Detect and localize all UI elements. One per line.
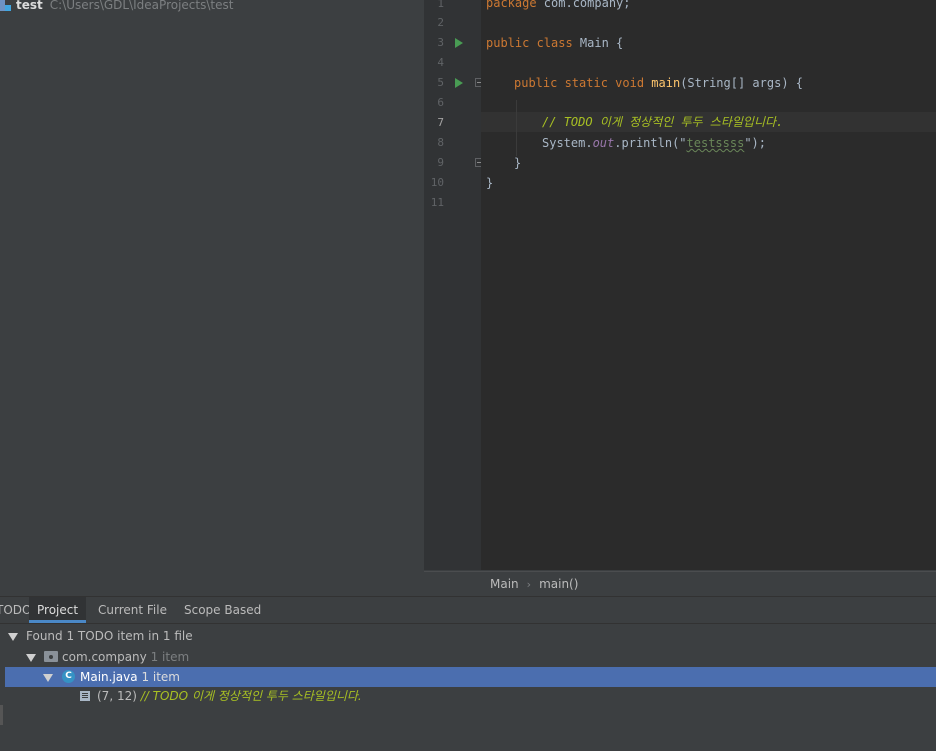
- project-root-node[interactable]: test C:\Users\GDL\IdeaProjects\test: [0, 0, 233, 13]
- expand-arrow-icon[interactable]: [8, 633, 18, 641]
- todo-item-label: (7, 12) // TODO 이게 정상적인 투두 스타일입니다.: [97, 689, 362, 703]
- file-label: Main.java 1 item: [80, 670, 180, 684]
- expand-arrow-icon[interactable]: [26, 654, 36, 662]
- project-root-path: C:\Users\GDL\IdeaProjects\test: [49, 0, 234, 12]
- package-folder-icon: [44, 651, 58, 662]
- tab-scope-based[interactable]: Scope Based: [176, 597, 269, 623]
- project-root-name: test: [16, 0, 43, 12]
- todo-item-icon: [80, 691, 90, 701]
- code-line-10: }: [486, 176, 494, 190]
- todo-summary: Found 1 TODO item in 1 file: [26, 629, 193, 643]
- breadcrumb-class[interactable]: Main: [490, 577, 519, 591]
- breadcrumb-separator: ›: [526, 577, 532, 591]
- code-line-5: public static void main(String[] args) {: [514, 76, 804, 90]
- project-panel: test C:\Users\GDL\IdeaProjects\test: [0, 0, 424, 595]
- expand-arrow-icon[interactable]: [43, 674, 53, 682]
- line-number: 6: [437, 96, 444, 109]
- panel-edge-marker: [0, 705, 3, 725]
- code-editor[interactable]: package com.company; public class Main {…: [481, 0, 936, 570]
- line-number: 8: [437, 136, 444, 149]
- tab-project[interactable]: Project: [29, 597, 86, 623]
- code-line-3: public class Main {: [486, 36, 624, 50]
- breadcrumb-method[interactable]: main(): [539, 577, 578, 591]
- todo-item-row[interactable]: (7, 12) // TODO 이게 정상적인 투두 스타일입니다.: [0, 686, 936, 706]
- todo-tool-window: TODO: Project Current File Scope Based F…: [0, 596, 936, 751]
- line-number: 9: [437, 156, 444, 169]
- indent-guide: [516, 100, 517, 156]
- breadcrumb: Main › main(): [424, 571, 936, 596]
- run-method-icon[interactable]: [455, 78, 463, 88]
- line-number: 5: [437, 76, 444, 89]
- code-line-8: System.out.println("testssss");: [542, 136, 766, 150]
- line-number: 11: [430, 196, 444, 209]
- code-line-7-todo: // TODO 이게 정상적인 투두 스타일입니다.: [542, 115, 784, 129]
- line-number: 4: [437, 56, 444, 69]
- todo-summary-row[interactable]: Found 1 TODO item in 1 file: [0, 626, 936, 646]
- package-label: com.company 1 item: [62, 650, 190, 664]
- package-row[interactable]: com.company 1 item: [0, 647, 936, 667]
- run-class-icon[interactable]: [455, 38, 463, 48]
- line-number: 3: [437, 36, 444, 49]
- line-number: 1: [437, 0, 444, 10]
- code-line-9: }: [514, 156, 522, 170]
- todo-tab-strip: TODO: Project Current File Scope Based: [0, 597, 936, 624]
- project-module-icon: [0, 0, 11, 11]
- editor-gutter[interactable]: 1 2 3 4 5 6 7 8 9 10 11: [424, 0, 484, 570]
- code-line-1: package com.company;: [486, 0, 631, 10]
- line-number: 7: [437, 116, 444, 129]
- line-number: 10: [430, 176, 444, 189]
- java-class-icon: C: [62, 670, 75, 683]
- line-number: 2: [437, 16, 444, 29]
- file-row[interactable]: C Main.java 1 item: [5, 667, 936, 687]
- tab-current-file[interactable]: Current File: [90, 597, 175, 623]
